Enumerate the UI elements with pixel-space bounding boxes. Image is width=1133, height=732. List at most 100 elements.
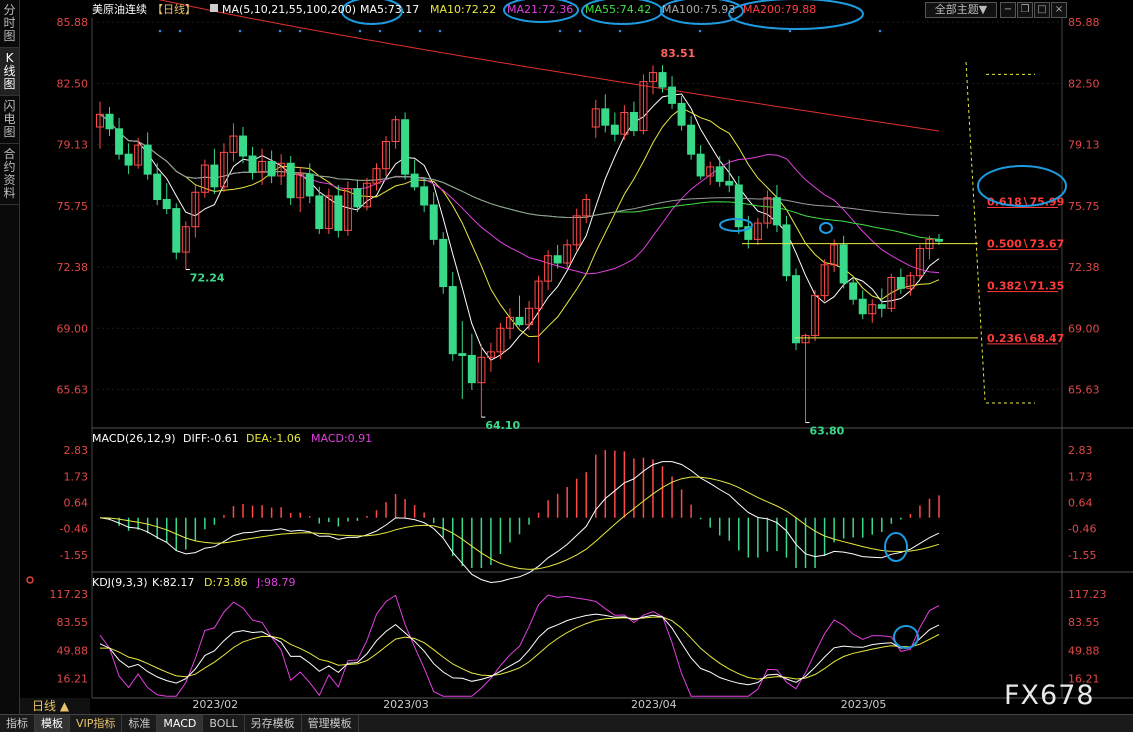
signal-dot — [788, 29, 792, 33]
bottom-tab-boll[interactable]: BOLL — [203, 715, 245, 732]
candle-body[interactable] — [429, 204, 438, 240]
fib-label: 0.236∖68.47 — [987, 332, 1064, 345]
price-tick-left: 85.88 — [57, 16, 89, 29]
chart-canvas[interactable]: 0.618∖75.990.500∖73.670.382∖71.350.236∖6… — [0, 0, 1133, 714]
signal-dot — [278, 29, 282, 33]
candle-body[interactable] — [105, 113, 114, 130]
signal-dot — [378, 29, 382, 33]
candle-body[interactable] — [305, 173, 314, 197]
macd-tick-right: -0.46 — [1068, 523, 1096, 536]
candle-body[interactable] — [935, 238, 943, 242]
bottom-tab-indicator[interactable]: 指标 — [0, 715, 35, 732]
side-tab-flash[interactable]: 闪电图 — [0, 96, 19, 144]
side-tab-kline[interactable]: K线图 — [0, 48, 19, 96]
candle-body[interactable] — [467, 354, 476, 384]
candle-body[interactable] — [286, 162, 295, 199]
candle-body[interactable] — [239, 135, 248, 157]
ma55-value: MA55:74.42 — [585, 3, 651, 16]
candle-body[interactable] — [115, 128, 124, 155]
ma5-value: MA5:73.17 — [360, 3, 419, 16]
price-tick-right: 72.38 — [1068, 261, 1100, 274]
candle-body[interactable] — [782, 224, 791, 277]
signal-dot — [578, 29, 582, 33]
candle-body[interactable] — [849, 282, 858, 300]
candle-body[interactable] — [267, 160, 276, 177]
kdj-tick-left: 117.23 — [50, 588, 89, 601]
ma200-value: MA200:79.88 — [743, 3, 816, 16]
candle-body[interactable] — [124, 153, 133, 166]
candle-body[interactable] — [687, 124, 696, 155]
candle-body[interactable] — [839, 244, 848, 284]
side-tab-contract[interactable]: 合约资料 — [0, 144, 19, 205]
bottom-tab-save-template[interactable]: 另存模板 — [245, 715, 302, 732]
candle-body[interactable] — [210, 164, 219, 188]
candle-body[interactable] — [858, 298, 867, 315]
candle-body[interactable] — [734, 184, 743, 228]
candle-body[interactable] — [334, 195, 343, 231]
x-axis-label: 2023/04 — [631, 698, 677, 711]
candle-body[interactable] — [439, 238, 448, 288]
candle-body[interactable] — [248, 155, 257, 173]
candle-body[interactable] — [401, 119, 410, 175]
candle-body[interactable] — [458, 353, 467, 356]
kdj-tick-left: 16.21 — [57, 672, 89, 685]
candle-body[interactable] — [601, 108, 610, 126]
candle-body[interactable] — [696, 153, 705, 177]
ma21-value: MA21:72.36 — [507, 3, 573, 16]
minimize-icon[interactable]: − — [1000, 2, 1016, 18]
kdj-j: J:98.79 — [256, 576, 295, 589]
kdj-d: D:73.86 — [204, 576, 248, 589]
bottom-toolbar: 指标 模板 VIP指标 标准 MACD BOLL 另存模板 管理模板 — [0, 714, 1133, 732]
candle-body[interactable] — [143, 144, 152, 175]
candle-body[interactable] — [896, 276, 905, 289]
bottom-tab-manage-template[interactable]: 管理模板 — [302, 715, 359, 732]
candle-body[interactable] — [658, 72, 667, 88]
signal-dot — [438, 29, 442, 33]
bottom-tab-vip[interactable]: VIP指标 — [70, 715, 123, 732]
candle-body[interactable] — [448, 286, 457, 355]
candle-body[interactable] — [877, 304, 886, 309]
signal-dot — [178, 29, 182, 33]
ma-toggle-icon[interactable] — [210, 4, 218, 12]
price-tick-left: 79.13 — [57, 139, 89, 152]
close-icon[interactable]: × — [1051, 2, 1067, 18]
candle-body[interactable] — [677, 102, 686, 126]
candle-body[interactable] — [772, 197, 781, 226]
candle-body[interactable] — [553, 255, 562, 264]
candle-body[interactable] — [725, 180, 734, 186]
price-tick-left: 72.38 — [57, 261, 89, 274]
candle-body[interactable] — [715, 166, 724, 182]
macd-title: MACD(26,12,9) — [92, 432, 176, 445]
candle-body[interactable] — [610, 124, 619, 135]
bottom-tab-standard[interactable]: 标准 — [122, 715, 158, 732]
candle-body[interactable] — [153, 173, 162, 201]
maximize-icon[interactable]: □ — [1034, 2, 1050, 18]
macd-tick-left: 1.73 — [64, 470, 89, 483]
candle-body[interactable] — [629, 111, 638, 132]
candle-body[interactable] — [791, 275, 800, 344]
candle-body[interactable] — [315, 195, 324, 230]
candle-body[interactable] — [410, 173, 419, 188]
bottom-tab-macd[interactable]: MACD — [157, 715, 204, 732]
signal-dot — [698, 29, 702, 33]
theme-select-button[interactable]: 全部主题▼ — [925, 2, 997, 18]
period-selector[interactable]: 日线 ▲ — [20, 698, 90, 714]
macd-diff: DIFF:-0.61 — [183, 432, 239, 445]
price-tick-right: 65.63 — [1068, 383, 1100, 396]
candle-body[interactable] — [515, 316, 524, 326]
macd-tick-left: -1.55 — [60, 549, 88, 562]
candle-body[interactable] — [668, 86, 677, 104]
restore-icon[interactable]: ❐ — [1017, 2, 1033, 18]
candle-body[interactable] — [172, 208, 181, 253]
x-axis-label: 2023/05 — [841, 698, 887, 711]
bottom-tab-template[interactable]: 模板 — [35, 715, 70, 732]
macd-tick-right: -1.55 — [1068, 549, 1096, 562]
side-tab-timeshare[interactable]: 分时图 — [0, 0, 19, 48]
price-tick-right: 69.00 — [1068, 322, 1100, 335]
low-annotation: 72.24 — [190, 272, 225, 285]
candle-body[interactable] — [353, 188, 362, 208]
price-tick-right: 75.75 — [1068, 200, 1100, 213]
candle-body[interactable] — [162, 199, 171, 210]
kdj-k: K:82.17 — [152, 576, 194, 589]
candle-body[interactable] — [420, 186, 429, 206]
